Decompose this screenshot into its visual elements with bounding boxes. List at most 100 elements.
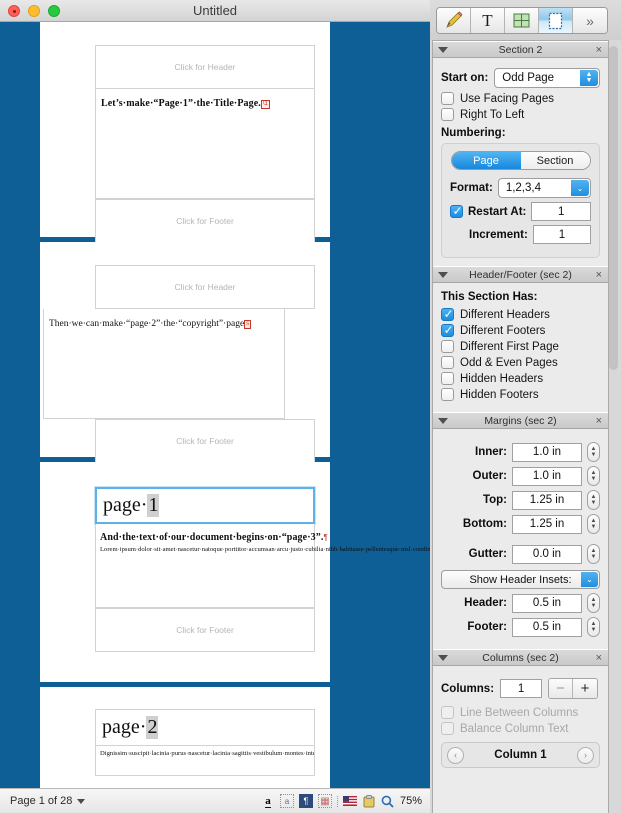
header-insets-select[interactable]: Show Header Insets: ⌄ xyxy=(441,570,600,589)
section-panel-header[interactable]: Section 2 × xyxy=(433,41,608,58)
page4-body-zone[interactable]: Dignissim·suscipit·lacinia·purus·nascetu… xyxy=(95,746,315,776)
language-flag-icon[interactable] xyxy=(342,794,357,808)
different-headers-row[interactable]: Different Headers xyxy=(441,307,600,321)
footer-inset-stepper[interactable]: ▲ ▼ xyxy=(587,617,600,637)
chevron-down-icon[interactable]: ⌄ xyxy=(571,180,589,196)
page4-header-page-number-field[interactable]: 2 xyxy=(146,716,159,739)
odd-even-pages-row[interactable]: Odd & Even Pages xyxy=(441,356,600,369)
zoom-level-label[interactable]: 75% xyxy=(400,795,422,807)
page1-footer-zone[interactable]: Click for Footer xyxy=(95,199,315,243)
segment-section[interactable]: Section xyxy=(520,152,590,169)
format-select[interactable]: 1,2,3,4 ⌄ xyxy=(497,178,591,198)
document-page-3[interactable]: page · 1 And·the·text·of·our·document·begi… xyxy=(40,462,430,682)
different-footers-checkbox[interactable] xyxy=(441,323,454,337)
document-canvas[interactable]: Click for Header Let’s·make·“Page·1”·the… xyxy=(0,22,430,788)
footer-inset-input[interactable]: 0.5 in xyxy=(512,617,582,637)
different-headers-label: Different Headers xyxy=(460,308,550,321)
use-facing-pages-checkbox[interactable] xyxy=(441,92,454,105)
different-first-page-label: Different First Page xyxy=(460,340,559,353)
columns-panel-header[interactable]: Columns (sec 2) × xyxy=(433,649,608,666)
odd-even-pages-checkbox[interactable] xyxy=(441,356,454,369)
more-chevrons-icon[interactable]: » xyxy=(573,8,607,33)
margins-panel-title: Margins (sec 2) xyxy=(484,414,557,427)
right-to-left-checkbox[interactable] xyxy=(441,108,454,121)
columns-count-input[interactable]: 1 xyxy=(500,679,543,698)
page3-header-zone[interactable]: page · 1 xyxy=(95,487,315,524)
header-inset-input[interactable]: 0.5 in xyxy=(512,593,582,613)
spelling-icon[interactable]: a xyxy=(261,794,275,808)
next-column-button[interactable]: › xyxy=(576,746,594,764)
numbering-segmented-control[interactable]: Page Section xyxy=(450,151,591,170)
document-page-4[interactable]: page · 2 Dignissim·suscipit·lacinia·purus·… xyxy=(40,687,330,788)
pencil-icon[interactable] xyxy=(437,8,471,33)
start-on-select[interactable]: Odd Page ▲ ▼ xyxy=(494,68,600,88)
hidden-headers-checkbox[interactable] xyxy=(441,372,454,385)
columns-plus-button[interactable]: + xyxy=(573,679,598,698)
page3-footer-zone[interactable]: Click for Footer xyxy=(95,608,315,652)
header-inset-label: Header: xyxy=(464,597,507,609)
segment-page[interactable]: Page xyxy=(451,152,521,169)
gutter-stepper[interactable]: ▲ ▼ xyxy=(587,544,600,564)
inner-margin-input[interactable]: 1.0 in xyxy=(512,442,582,462)
inspector-vertical-scrollbar[interactable] xyxy=(608,42,619,768)
chevron-down-icon[interactable] xyxy=(77,798,86,804)
outer-margin-stepper[interactable]: ▲ ▼ xyxy=(587,466,600,486)
header-inset-stepper[interactable]: ▲ ▼ xyxy=(587,593,600,613)
restart-at-checkbox[interactable] xyxy=(450,204,463,218)
page2-footer-zone[interactable]: Click for Footer xyxy=(95,419,315,463)
invisibles-layout-icon[interactable]: a xyxy=(279,794,294,808)
chevron-down-icon[interactable]: ⌄ xyxy=(581,572,598,587)
page2-section-break-marker: s xyxy=(244,320,252,329)
previous-column-button[interactable]: ‹ xyxy=(447,746,464,764)
header-footer-panel-header[interactable]: Header/Footer (sec 2) × xyxy=(433,266,608,283)
window-title: Untitled xyxy=(192,2,238,18)
different-first-page-row[interactable]: Different First Page xyxy=(441,340,600,353)
restart-at-input[interactable]: 1 xyxy=(531,202,591,221)
close-icon[interactable]: × xyxy=(596,269,602,281)
page1-header-zone[interactable]: Click for Header xyxy=(95,45,315,89)
gutter-input[interactable]: 0.0 in xyxy=(512,544,582,564)
hidden-footers-row[interactable]: Hidden Footers xyxy=(441,388,600,401)
document-page-2[interactable]: Click for Header Then·we·can·make·“page·… xyxy=(40,242,330,463)
show-invisibles-icon[interactable]: ¶ xyxy=(298,794,313,808)
top-margin-stepper[interactable]: ▲ ▼ xyxy=(587,490,600,510)
hidden-headers-row[interactable]: Hidden Headers xyxy=(441,372,600,385)
page4-header-zone[interactable]: page · 2 xyxy=(95,709,315,746)
top-margin-input[interactable]: 1.25 in xyxy=(512,490,582,510)
top-margin-row: Top: 1.25 in ▲ ▼ xyxy=(441,490,600,510)
use-facing-pages-row[interactable]: Use Facing Pages xyxy=(441,92,600,105)
margins-panel-header[interactable]: Margins (sec 2) × xyxy=(433,412,608,429)
right-to-left-row[interactable]: Right To Left xyxy=(441,108,600,121)
different-footers-row[interactable]: Different Footers xyxy=(441,323,600,337)
page2-header-zone[interactable]: Click for Header xyxy=(95,265,315,309)
close-icon[interactable]: × xyxy=(596,652,602,664)
page-section-icon[interactable] xyxy=(539,8,573,33)
document-page-1[interactable]: Click for Header Let’s·make·“Page·1”·the… xyxy=(40,22,330,243)
balance-column-text-checkbox xyxy=(441,722,454,735)
stepper-chevrons-icon[interactable]: ▲ ▼ xyxy=(580,70,598,86)
bottom-margin-input[interactable]: 1.25 in xyxy=(512,514,582,534)
page2-body-zone[interactable]: Then·we·can·make·“page·2”·the·“copyright… xyxy=(43,309,285,419)
outer-margin-input[interactable]: 1.0 in xyxy=(512,466,582,486)
increment-input[interactable]: 1 xyxy=(532,225,591,244)
clipboard-icon[interactable] xyxy=(362,794,376,808)
text-icon[interactable]: T xyxy=(471,8,505,33)
different-headers-checkbox[interactable] xyxy=(441,307,454,321)
page3-body-zone[interactable]: And·the·text·of·our·document·begins·on·“… xyxy=(95,524,430,608)
inspector-scroll-thumb[interactable] xyxy=(609,46,618,370)
bottom-margin-stepper[interactable]: ▲ ▼ xyxy=(587,514,600,534)
page3-header-page-number-field[interactable]: 1 xyxy=(147,494,160,517)
zoom-icon[interactable] xyxy=(381,794,395,808)
hidden-footers-checkbox[interactable] xyxy=(441,388,454,401)
page-indicator[interactable]: Page 1 of 28 xyxy=(10,795,86,807)
different-first-page-checkbox[interactable] xyxy=(441,340,454,353)
close-icon[interactable]: × xyxy=(596,415,602,427)
inner-margin-stepper[interactable]: ▲ ▼ xyxy=(587,442,600,462)
page1-body-zone[interactable]: Let’s·make·“Page·1”·the·Title·Page. \1 xyxy=(95,89,315,199)
format-row: Format: 1,2,3,4 ⌄ xyxy=(450,178,591,198)
close-icon[interactable]: × xyxy=(596,44,602,56)
grid-icon[interactable]: ▦ xyxy=(317,794,332,808)
status-separator xyxy=(336,795,338,807)
columns-minus-button[interactable]: − xyxy=(549,679,574,698)
table-icon[interactable] xyxy=(505,8,539,33)
